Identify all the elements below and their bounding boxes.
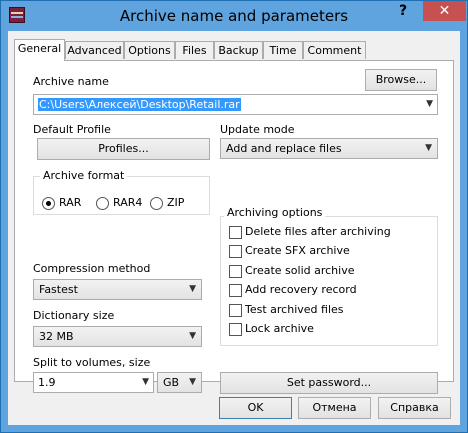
ok-button[interactable]: OK — [219, 397, 292, 419]
browse-button[interactable]: Browse... — [365, 69, 437, 91]
radio-rar[interactable] — [42, 197, 55, 210]
checkbox-create-solid-label[interactable]: Create solid archive — [245, 264, 354, 277]
tab-comment[interactable]: Comment — [303, 41, 366, 59]
checkbox-lock-archive-label[interactable]: Lock archive — [245, 322, 314, 335]
archive-format-title: Archive format — [40, 169, 128, 182]
radio-zip-label[interactable]: ZIP — [167, 196, 184, 209]
general-tab-panel: Archive name Browse... C:\Users\Алексей\… — [14, 60, 454, 394]
tab-options[interactable]: Options — [124, 41, 175, 59]
chevron-down-icon: ▼ — [189, 377, 196, 387]
chevron-down-icon: ▼ — [189, 284, 196, 294]
chevron-down-icon: ▼ — [425, 143, 432, 153]
profiles-button[interactable]: Profiles... — [37, 138, 210, 160]
compression-method-select[interactable]: Fastest ▼ — [33, 279, 202, 300]
archive-name-value: C:\Users\Алексей\Desktop\Retail.rar — [38, 98, 241, 111]
update-mode-label: Update mode — [220, 123, 295, 136]
dictionary-size-select[interactable]: 32 MB ▼ — [33, 326, 202, 347]
split-volumes-label: Split to volumes, size — [33, 356, 151, 369]
tab-time[interactable]: Time — [263, 41, 303, 59]
tab-general[interactable]: General — [14, 39, 65, 61]
cancel-button[interactable]: Отмена — [298, 397, 371, 419]
archive-dialog-window: Archive name and parameters ? ✕ General … — [0, 0, 468, 433]
set-password-button[interactable]: Set password... — [220, 372, 438, 394]
split-volumes-input[interactable]: 1.9 ▼ — [33, 372, 154, 393]
chevron-down-icon[interactable]: ▼ — [426, 95, 433, 114]
tab-files[interactable]: Files — [175, 41, 214, 59]
split-volumes-value: 1.9 — [38, 376, 56, 389]
dictionary-size-value: 32 MB — [39, 330, 74, 343]
radio-rar-label[interactable]: RAR — [59, 196, 81, 209]
checkbox-delete-files-label[interactable]: Delete files after archiving — [245, 225, 391, 238]
archive-name-input[interactable]: C:\Users\Алексей\Desktop\Retail.rar ▼ — [33, 94, 438, 115]
checkbox-test-files-label[interactable]: Test archived files — [245, 303, 344, 316]
checkbox-recovery-record-label[interactable]: Add recovery record — [245, 283, 357, 296]
tab-advanced[interactable]: Advanced — [65, 41, 124, 59]
update-mode-value: Add and replace files — [226, 142, 342, 155]
update-mode-select[interactable]: Add and replace files ▼ — [220, 138, 438, 159]
dialog-client-area: General Advanced Options Files Backup Ti… — [8, 31, 460, 425]
close-window-button[interactable]: ✕ — [423, 1, 466, 21]
archive-name-label: Archive name — [33, 75, 109, 88]
archiving-options-title: Archiving options — [224, 206, 326, 219]
split-unit-select[interactable]: GB ▼ — [157, 372, 202, 393]
dictionary-size-label: Dictionary size — [33, 309, 115, 322]
radio-rar4-label[interactable]: RAR4 — [113, 196, 142, 209]
tab-backup[interactable]: Backup — [214, 41, 263, 59]
radio-rar4[interactable] — [96, 197, 109, 210]
chevron-down-icon[interactable]: ▼ — [142, 373, 149, 392]
checkbox-recovery-record[interactable] — [229, 284, 242, 297]
checkbox-test-files[interactable] — [229, 304, 242, 317]
checkbox-lock-archive[interactable] — [229, 323, 242, 336]
compression-method-value: Fastest — [39, 283, 78, 296]
title-bar[interactable]: Archive name and parameters ? ✕ — [1, 1, 467, 31]
checkbox-create-sfx-label[interactable]: Create SFX archive — [245, 244, 350, 257]
split-unit-value: GB — [163, 376, 180, 389]
checkbox-delete-files[interactable] — [229, 226, 242, 239]
chevron-down-icon: ▼ — [189, 331, 196, 341]
compression-method-label: Compression method — [33, 262, 151, 275]
help-button[interactable]: Справка — [378, 397, 451, 419]
checkbox-create-solid[interactable] — [229, 265, 242, 278]
checkbox-create-sfx[interactable] — [229, 245, 242, 258]
default-profile-label: Default Profile — [33, 123, 111, 136]
radio-zip[interactable] — [150, 197, 163, 210]
help-title-button[interactable]: ? — [383, 1, 423, 21]
